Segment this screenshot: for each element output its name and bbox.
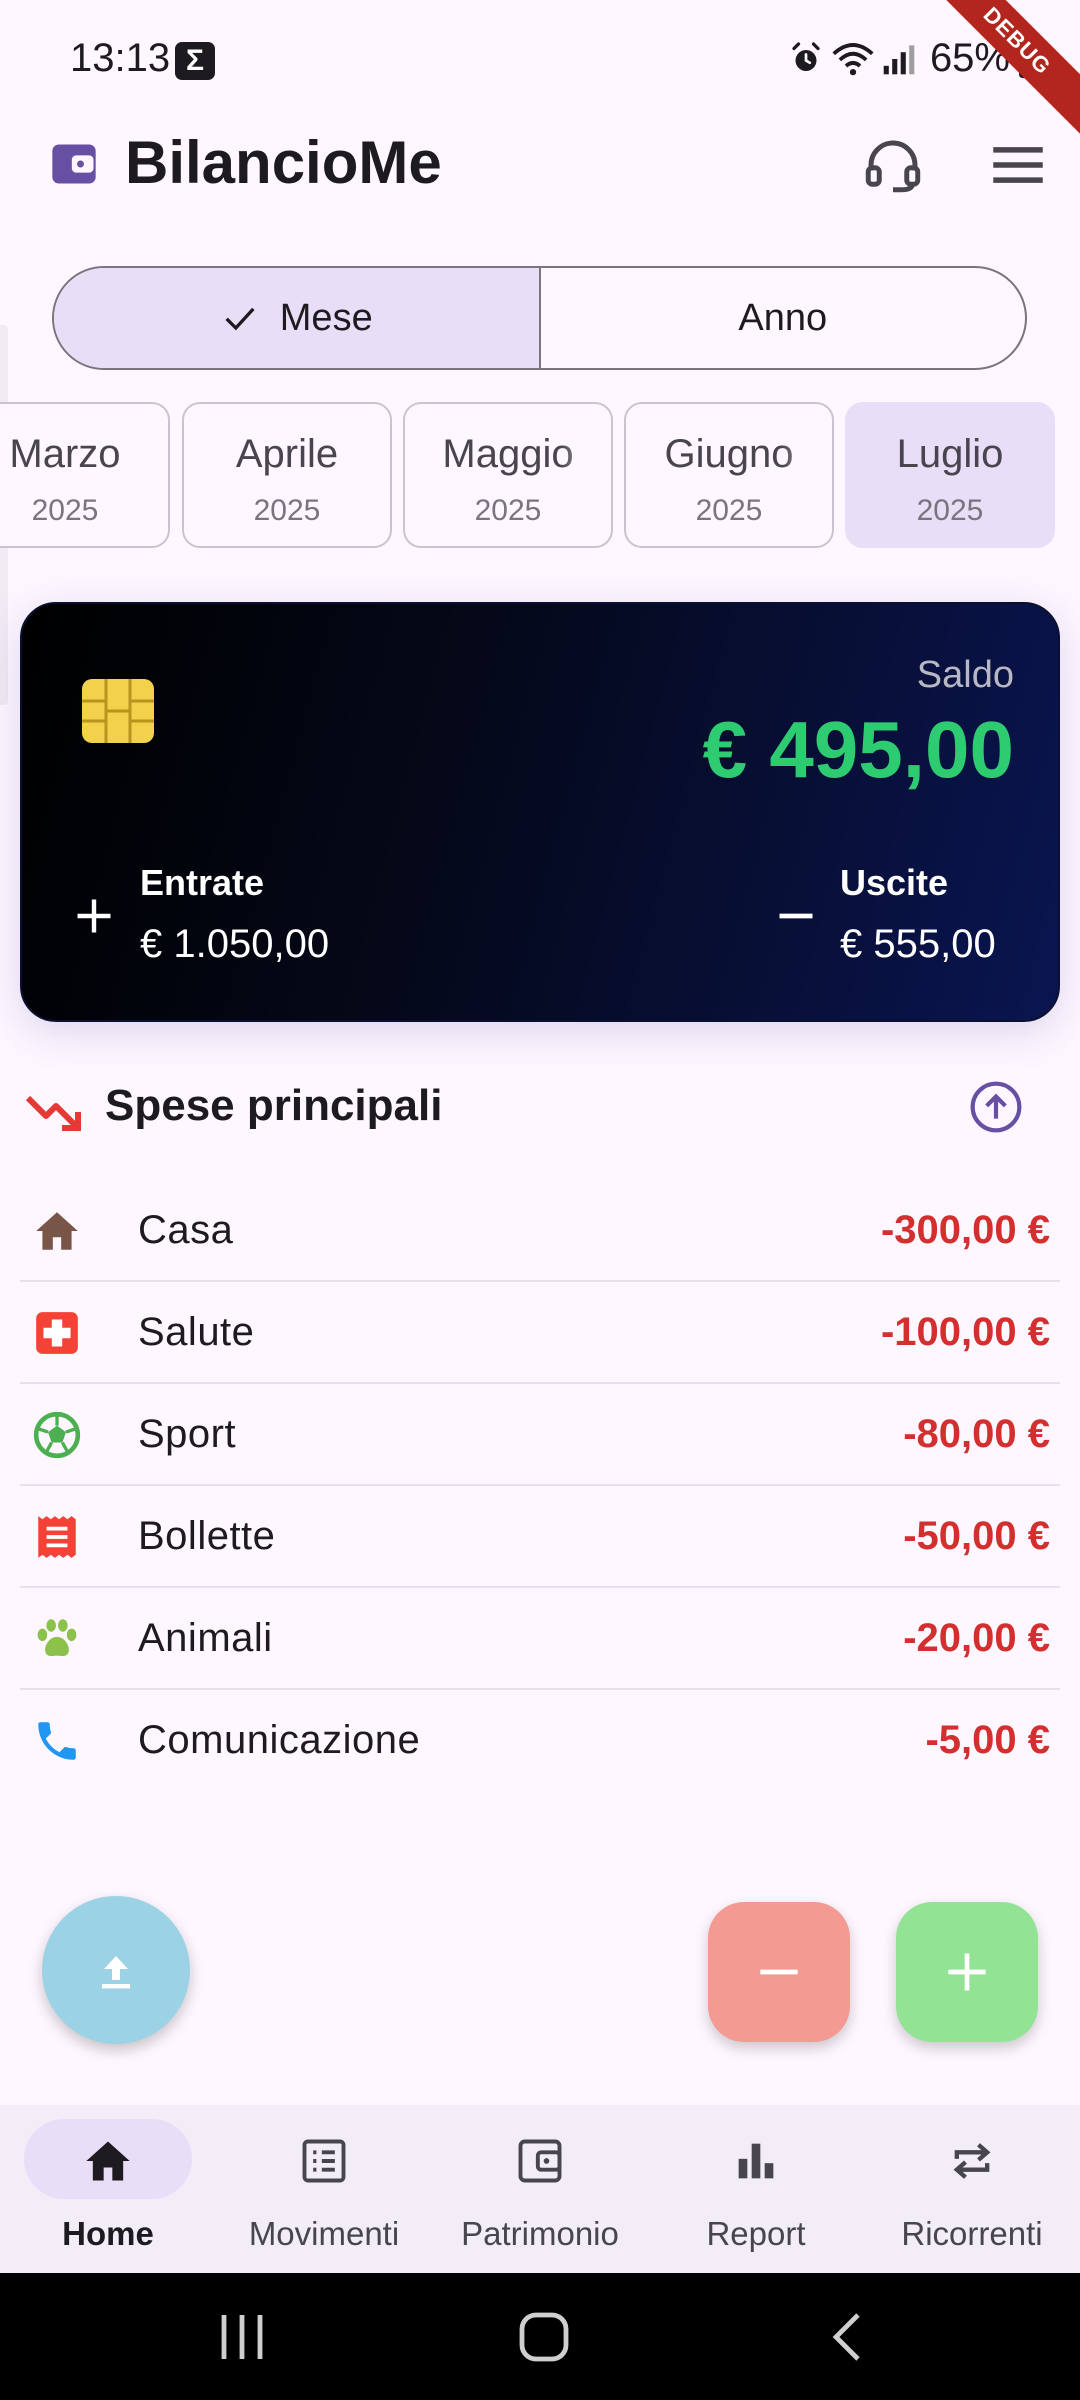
home-button-icon[interactable]	[514, 2311, 574, 2363]
list-item[interactable]: Casa -300,00 €	[20, 1180, 1060, 1282]
income-value: € 1.050,00	[140, 922, 330, 966]
month-name: Luglio	[896, 432, 1004, 476]
month-chip-aprile[interactable]: Aprile 2025	[182, 402, 392, 548]
list-item[interactable]: Sport -80,00 €	[20, 1384, 1060, 1486]
list-item[interactable]: Comunicazione -5,00 €	[20, 1690, 1060, 1792]
income-label: Entrate	[140, 862, 265, 903]
expense-label: Uscite	[840, 862, 949, 903]
category-name: Sport	[138, 1412, 237, 1456]
list-item[interactable]: Salute -100,00 €	[20, 1282, 1060, 1384]
nav-ricorrenti[interactable]: Ricorrenti	[864, 2105, 1080, 2273]
expense-value: € 555,00	[840, 922, 996, 966]
toggle-year-label: Anno	[738, 296, 828, 339]
signal-icon	[883, 44, 915, 74]
system-navigation-bar	[0, 2273, 1080, 2400]
minus-icon	[760, 1969, 798, 1975]
nav-label: Movimenti	[248, 2215, 400, 2252]
back-icon[interactable]	[818, 2311, 878, 2363]
month-year: 2025	[253, 494, 321, 527]
app-title: BilancioMe	[125, 129, 442, 196]
category-amount: -5,00 €	[925, 1718, 1050, 1762]
month-chip-marzo[interactable]: Marzo 2025	[0, 402, 170, 548]
bar-chart-icon	[738, 2143, 774, 2179]
balance-card: Saldo € 495,00 Entrate € 1.050,00 Uscite…	[20, 602, 1060, 1022]
phone-icon	[38, 1722, 76, 1760]
upload-button[interactable]	[42, 1896, 190, 2044]
category-amount: -20,00 €	[903, 1616, 1050, 1660]
nav-label: Patrimonio	[461, 2215, 619, 2252]
toggle-month[interactable]: Mese	[54, 268, 541, 368]
month-chip-giugno[interactable]: Giugno 2025	[624, 402, 834, 548]
home-icon	[86, 2141, 130, 2181]
category-amount: -50,00 €	[903, 1514, 1050, 1558]
category-amount: -80,00 €	[903, 1412, 1050, 1456]
sigma-notification-icon: Σ	[175, 42, 215, 80]
plus-icon	[948, 1953, 986, 1991]
wifi-icon	[832, 42, 874, 75]
month-chip-maggio[interactable]: Maggio 2025	[403, 402, 613, 548]
nav-label: Ricorrenti	[901, 2215, 1043, 2252]
category-name: Animali	[138, 1616, 273, 1660]
headset-icon[interactable]	[860, 132, 926, 198]
add-expense-button[interactable]	[708, 1902, 850, 2042]
wallet-icon	[518, 2139, 562, 2183]
category-name: Casa	[138, 1208, 234, 1252]
toggle-month-label: Mese	[279, 296, 373, 339]
alarm-icon	[792, 41, 820, 71]
category-amount: -100,00 €	[880, 1310, 1050, 1354]
month-year: 2025	[916, 494, 984, 527]
plus-icon	[77, 899, 111, 933]
category-name: Salute	[138, 1310, 255, 1354]
month-name: Aprile	[235, 432, 339, 476]
category-amount: -300,00 €	[880, 1208, 1050, 1252]
month-year: 2025	[31, 494, 99, 527]
nav-label: Home	[62, 2215, 154, 2252]
trending-down-icon	[25, 1095, 81, 1131]
nav-report[interactable]: Report	[648, 2105, 864, 2273]
list-item[interactable]: Animali -20,00 €	[20, 1588, 1060, 1690]
nav-home[interactable]: Home	[0, 2105, 216, 2273]
toggle-year[interactable]: Anno	[541, 268, 1026, 368]
list-item[interactable]: Bollette -50,00 €	[20, 1486, 1060, 1588]
recent-apps-icon[interactable]	[212, 2311, 272, 2363]
nav-patrimonio[interactable]: Patrimonio	[432, 2105, 648, 2273]
list-icon	[302, 2139, 346, 2183]
month-year: 2025	[695, 494, 763, 527]
bottom-navigation: Home Movimenti Patrimonio Report Ricorre…	[0, 2105, 1080, 2273]
soccer-ball-icon	[33, 1411, 81, 1459]
status-bar: 13:13 Σ 65% DEBUG	[0, 0, 1080, 145]
top-expenses-header: Spese principali	[0, 1075, 1080, 1155]
add-income-button[interactable]	[896, 1902, 1038, 2042]
upload-icon	[102, 1956, 130, 1989]
paw-icon	[37, 1619, 77, 1657]
wallet-icon	[52, 144, 96, 184]
period-toggle: Mese Anno	[52, 266, 1027, 370]
receipt-icon	[38, 1516, 76, 1558]
month-chip-luglio[interactable]: Luglio 2025	[845, 402, 1055, 548]
menu-icon[interactable]	[985, 132, 1051, 198]
top-expenses-list: Casa -300,00 € Salute -100,00 € Sport -8…	[20, 1180, 1060, 1792]
saldo-value: € 495,00	[702, 705, 1014, 794]
minus-icon	[779, 913, 813, 919]
status-time: 13:13	[70, 36, 171, 80]
card-chip-icon	[82, 679, 154, 743]
arrow-up-circle-icon[interactable]	[968, 1079, 1024, 1135]
medical-cross-icon	[36, 1312, 78, 1354]
home-icon	[36, 1212, 78, 1250]
nav-movimenti[interactable]: Movimenti	[216, 2105, 432, 2273]
month-selector: Marzo 2025 Aprile 2025 Maggio 2025 Giugn…	[0, 402, 1080, 550]
month-year: 2025	[474, 494, 542, 527]
check-icon	[225, 307, 255, 331]
category-name: Comunicazione	[138, 1718, 421, 1762]
repeat-icon	[953, 2143, 991, 2179]
saldo-label: Saldo	[916, 654, 1014, 696]
nav-label: Report	[706, 2215, 806, 2252]
category-name: Bollette	[138, 1514, 276, 1558]
app-bar: BilancioMe	[0, 120, 1080, 210]
section-title: Spese principali	[105, 1081, 443, 1130]
